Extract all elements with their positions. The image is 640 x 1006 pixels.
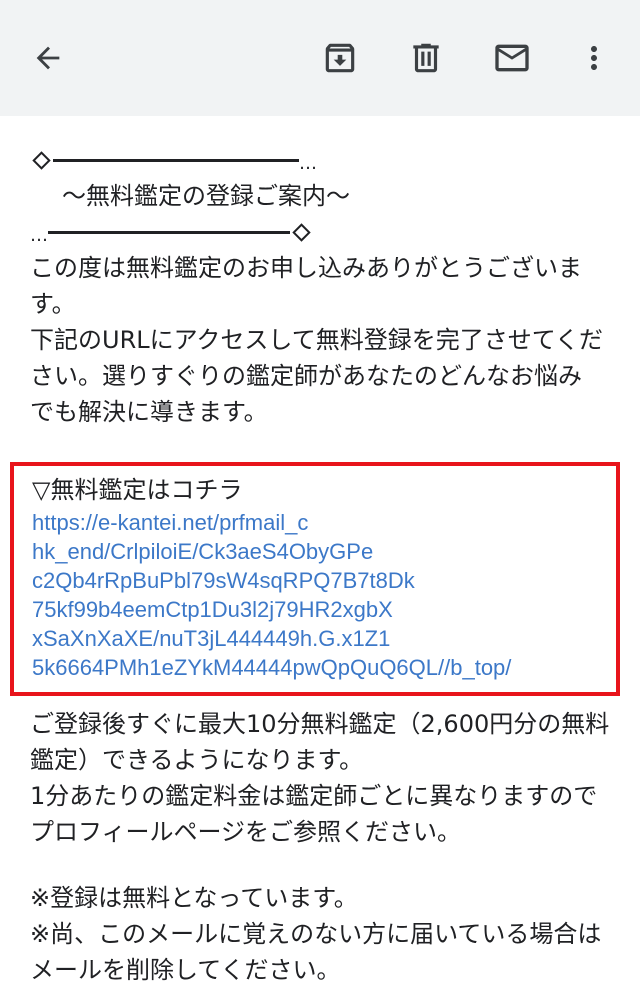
registration-link[interactable]: https://e-kantei.net/prfmail_c xyxy=(32,508,616,537)
registration-link[interactable]: c2Qb4rRpBuPbl79sW4sqRPQ7B7t8Dk xyxy=(32,566,616,595)
link-heading: ▽無料鑑定はコチラ xyxy=(32,476,243,504)
email-toolbar xyxy=(0,0,640,116)
note-text: ※尚、このメールに覚えのない方に届いている場合は xyxy=(30,920,602,948)
intro-text: す。 xyxy=(30,290,76,318)
registration-link[interactable]: 5k6664PMh1eZYkM44444pwQpQuQ6QL//b_top/ xyxy=(32,653,616,682)
info-text: プロフィールページをご参照ください。 xyxy=(30,818,462,846)
archive-button[interactable] xyxy=(318,36,362,80)
divider-rule xyxy=(53,158,299,162)
registration-link[interactable]: hk_end/CrlpiloiE/Ck3aeS4ObyGPe xyxy=(32,537,616,566)
delete-button[interactable] xyxy=(404,36,448,80)
info-text: 1分あたりの鑑定料金は鑑定師ごとに異なりますので xyxy=(30,782,598,810)
registration-link[interactable]: xSaXnXaXE/nuT3jL444449h.G.x1Z1 xyxy=(32,624,616,653)
diamond-icon xyxy=(292,222,311,242)
divider-ellipsis: … xyxy=(299,153,317,174)
intro-text: でも解決に導きます。 xyxy=(30,398,268,426)
divider-rule xyxy=(48,230,290,234)
intro-text: さい。選りすぐりの鑑定師があなたのどんなお悩み xyxy=(30,362,582,390)
note-text: メールを削除してください。 xyxy=(30,956,341,984)
more-vert-icon xyxy=(591,46,597,70)
intro-text: この度は無料鑑定のお申し込みありがとうございま xyxy=(30,254,582,282)
note-text: ※登録は無料となっています。 xyxy=(30,884,358,912)
registration-link[interactable]: 75kf99b4eemCtp1Du3l2j79HR2xgbX xyxy=(32,595,616,624)
email-body: … 〜無料鑑定の登録ご案内〜 … この度は無料鑑定のお申し込みありがとうございま… xyxy=(10,142,620,988)
decorative-divider-bottom: … xyxy=(30,214,620,250)
divider-ellipsis: … xyxy=(30,225,48,246)
trash-icon xyxy=(413,43,439,73)
more-options-button[interactable] xyxy=(572,36,616,80)
archive-icon xyxy=(325,43,355,73)
mark-unread-button[interactable] xyxy=(490,36,534,80)
decorative-divider-top: … xyxy=(30,142,620,178)
back-button[interactable] xyxy=(26,36,70,80)
intro-text: 下記のURLにアクセスして無料登録を完了させてくだ xyxy=(30,326,603,354)
mail-icon xyxy=(495,44,529,72)
diamond-icon xyxy=(32,150,51,170)
highlighted-link-box: ▽無料鑑定はコチラ https://e-kantei.net/prfmail_c… xyxy=(10,462,620,696)
info-text: 鑑定）できるようになります。 xyxy=(30,746,364,774)
email-title: 〜無料鑑定の登録ご案内〜 xyxy=(62,182,350,210)
info-text: ご登録後すぐに最大10分無料鑑定（2,600円分の無料 xyxy=(30,710,610,738)
arrow-left-icon xyxy=(36,46,60,70)
